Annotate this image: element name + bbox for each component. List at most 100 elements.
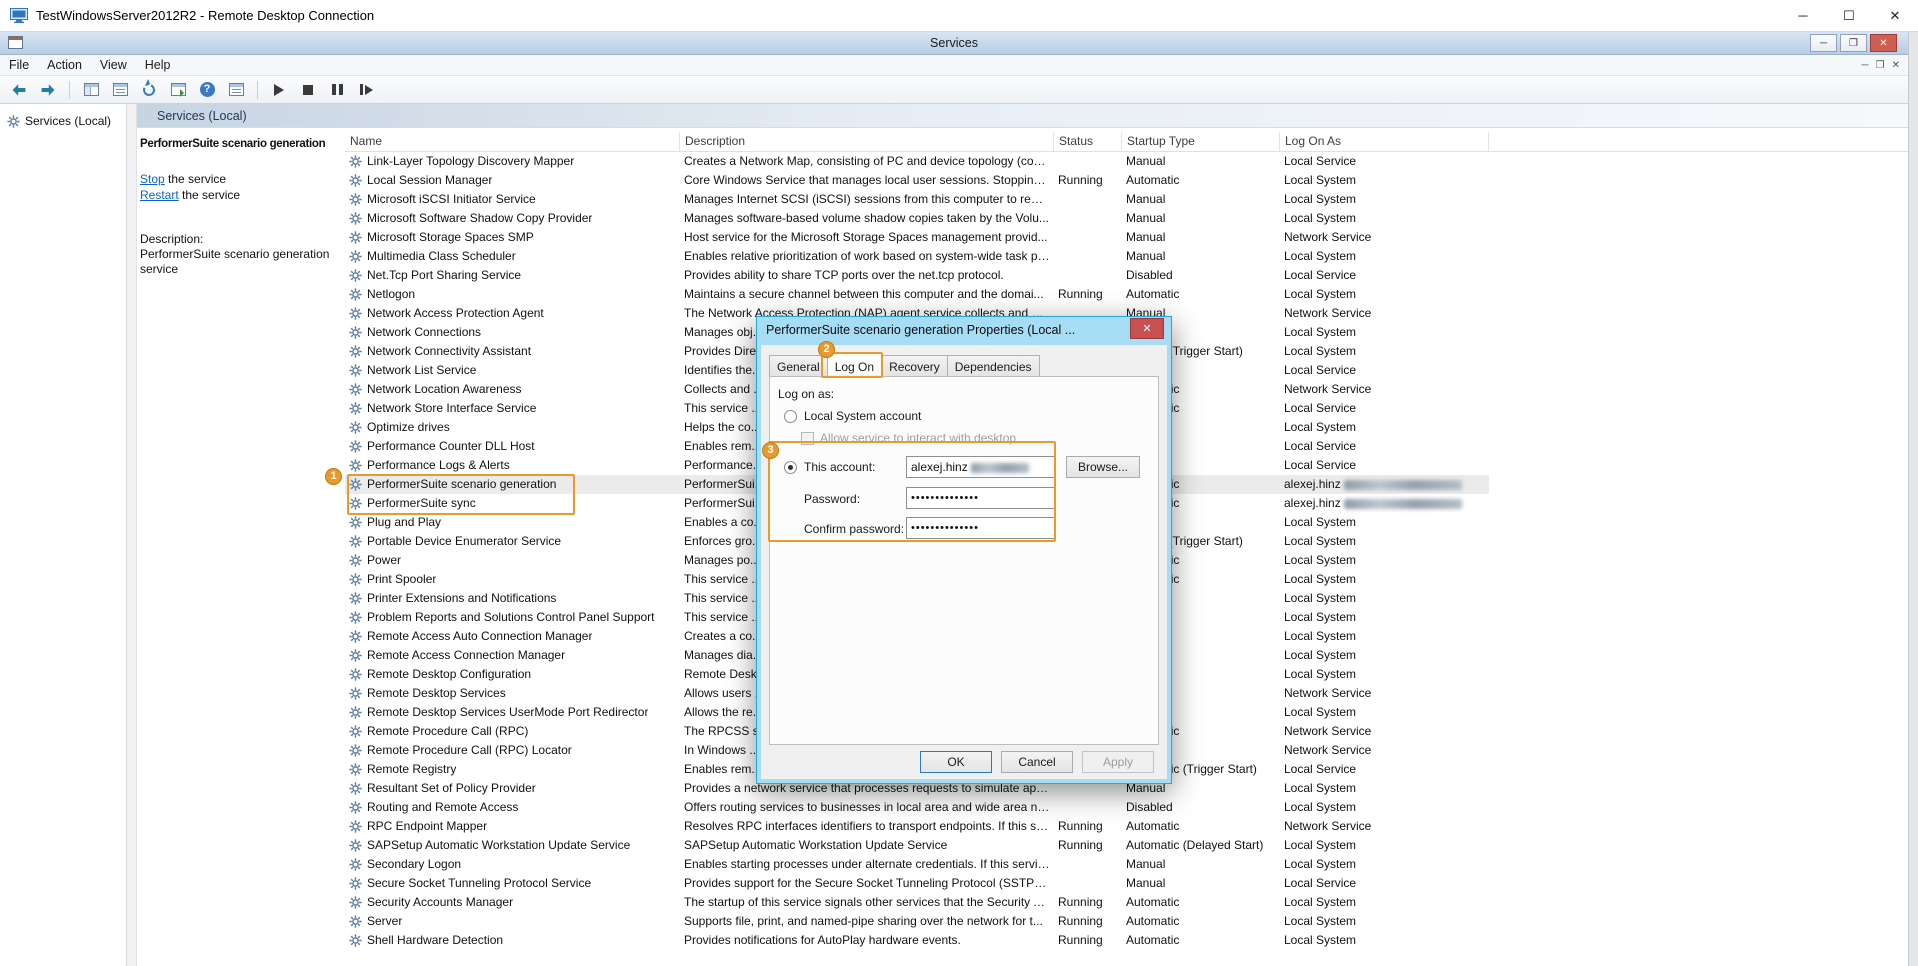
menu-action[interactable]: Action <box>38 55 91 76</box>
table-row[interactable]: Microsoft Storage Spaces SMPHost service… <box>345 228 1489 247</box>
service-icon <box>349 402 362 415</box>
log-on-as-cell: Local System <box>1280 589 1489 608</box>
tab-recovery[interactable]: Recovery <box>881 355 948 377</box>
name-cell: Link-Layer Topology Discovery Mapper <box>345 152 680 171</box>
log-on-as-cell: Local System <box>1280 665 1489 684</box>
table-row[interactable]: Shell Hardware DetectionProvides notific… <box>345 931 1489 950</box>
apply-button[interactable]: Apply <box>1082 751 1154 773</box>
table-row[interactable]: Security Accounts ManagerThe startup of … <box>345 893 1489 912</box>
tab-log-on[interactable]: Log On <box>827 353 882 375</box>
tab-general[interactable]: General <box>769 355 828 377</box>
allow-desktop-interact-checkbox[interactable] <box>801 432 814 445</box>
tab-dependencies[interactable]: Dependencies <box>947 355 1040 377</box>
table-row[interactable]: Microsoft iSCSI Initiator ServiceManages… <box>345 190 1489 209</box>
table-row[interactable]: Routing and Remote AccessOffers routing … <box>345 798 1489 817</box>
log-on-as-cell: Local System <box>1280 285 1489 304</box>
log-on-as-cell: Local Service <box>1280 456 1489 475</box>
this-account-input[interactable]: alexej.hinz <box>906 456 1056 478</box>
service-icon <box>349 744 362 757</box>
description-cell: Manages Internet SCSI (iSCSI) sessions f… <box>680 190 1054 209</box>
stop-service-link[interactable]: Stop <box>140 172 165 186</box>
startup-type-cell: Automatic <box>1122 285 1280 304</box>
log-on-as-cell: Local System <box>1280 855 1489 874</box>
rdp-vertical-scrollbar[interactable] <box>1908 32 1918 966</box>
services-restore-button[interactable]: ❐ <box>1840 34 1867 52</box>
service-properties-dialog: PerformerSuite scenario generation Prope… <box>756 316 1172 784</box>
dialog-close-button[interactable]: ✕ <box>1130 318 1164 339</box>
name-cell: RPC Endpoint Mapper <box>345 817 680 836</box>
log-on-as-cell: Local System <box>1280 551 1489 570</box>
this-account-radio[interactable] <box>784 461 797 474</box>
forward-button[interactable] <box>37 79 59 101</box>
table-row[interactable]: Net.Tcp Port Sharing ServiceProvides abi… <box>345 266 1489 285</box>
show-console-tree-button[interactable] <box>80 79 102 101</box>
back-button[interactable] <box>8 79 30 101</box>
name-cell: Remote Desktop Configuration <box>345 665 680 684</box>
description-cell: Host service for the Microsoft Storage S… <box>680 228 1054 247</box>
table-row[interactable]: Link-Layer Topology Discovery MapperCrea… <box>345 152 1489 171</box>
start-service-button[interactable] <box>268 79 290 101</box>
menu-view[interactable]: View <box>91 55 136 76</box>
table-row[interactable]: ServerSupports file, print, and named-pi… <box>345 912 1489 931</box>
service-icon <box>349 193 362 206</box>
local-system-account-radio[interactable] <box>784 410 797 423</box>
service-icon <box>349 782 362 795</box>
log-on-as-cell: Network Service <box>1280 228 1489 247</box>
menu-file[interactable]: File <box>0 55 38 76</box>
rdp-close-button[interactable]: ✕ <box>1872 0 1918 32</box>
services-window-controls: ─ ❐ ✕ <box>1810 34 1897 52</box>
rdp-maximize-button[interactable]: ☐ <box>1826 0 1872 32</box>
menu-help[interactable]: Help <box>136 55 180 76</box>
startup-type-cell: Automatic <box>1122 893 1280 912</box>
log-on-tab-page: Log on as: Local System account Allow se… <box>769 376 1159 745</box>
column-header-startup-type[interactable]: Startup Type <box>1122 132 1280 151</box>
table-row[interactable]: Microsoft Software Shadow Copy ProviderM… <box>345 209 1489 228</box>
confirm-password-input[interactable]: •••••••••••••• <box>906 517 1056 539</box>
local-system-account-label: Local System account <box>804 409 921 423</box>
column-header-log-on-as[interactable]: Log On As <box>1280 132 1489 151</box>
column-header-description[interactable]: Description <box>680 132 1054 151</box>
dialog-title: PerformerSuite scenario generation Prope… <box>757 317 1171 344</box>
stop-service-button[interactable] <box>297 79 319 101</box>
name-cell: Optimize drives <box>345 418 680 437</box>
ok-button[interactable]: OK <box>920 751 992 773</box>
service-icon <box>349 649 362 662</box>
console-minimize-button[interactable]: ─ <box>1862 60 1869 71</box>
pane-splitter[interactable] <box>127 104 137 966</box>
restart-service-link[interactable]: Restart <box>140 188 179 202</box>
cancel-button[interactable]: Cancel <box>1001 751 1073 773</box>
tree-item-services-local[interactable]: Services (Local) <box>0 104 126 128</box>
service-icon <box>349 725 362 738</box>
export-list-button[interactable] <box>167 79 189 101</box>
table-row[interactable]: RPC Endpoint MapperResolves RPC interfac… <box>345 817 1489 836</box>
column-header-status[interactable]: Status <box>1054 132 1122 151</box>
name-cell: Shell Hardware Detection <box>345 931 680 950</box>
description-cell: Maintains a secure channel between this … <box>680 285 1054 304</box>
name-cell: Problem Reports and Solutions Control Pa… <box>345 608 680 627</box>
column-header-name[interactable]: Name <box>345 132 680 151</box>
table-row[interactable]: Multimedia Class SchedulerEnables relati… <box>345 247 1489 266</box>
list-view-button[interactable] <box>225 79 247 101</box>
table-row[interactable]: Secure Socket Tunneling Protocol Service… <box>345 874 1489 893</box>
table-row[interactable]: Secondary LogonEnables starting processe… <box>345 855 1489 874</box>
console-restore-button[interactable]: ❐ <box>1876 60 1885 71</box>
password-input[interactable]: •••••••••••••• <box>906 487 1056 509</box>
console-close-button[interactable]: ✕ <box>1892 60 1900 71</box>
services-minimize-button[interactable]: ─ <box>1810 34 1837 52</box>
properties-button[interactable] <box>109 79 131 101</box>
refresh-button[interactable] <box>138 79 160 101</box>
table-row[interactable]: NetlogonMaintains a secure channel betwe… <box>345 285 1489 304</box>
help-button[interactable]: ? <box>196 79 218 101</box>
pause-service-button[interactable] <box>326 79 348 101</box>
status-cell <box>1054 266 1122 285</box>
rdp-minimize-button[interactable]: ─ <box>1780 0 1826 32</box>
restart-service-button[interactable] <box>355 79 377 101</box>
name-cell: Secure Socket Tunneling Protocol Service <box>345 874 680 893</box>
table-row[interactable]: SAPSetup Automatic Workstation Update Se… <box>345 836 1489 855</box>
log-on-as-label: Log on as: <box>778 387 834 401</box>
browse-button[interactable]: Browse... <box>1066 456 1140 478</box>
confirm-password-label: Confirm password: <box>804 522 904 536</box>
table-row[interactable]: Local Session ManagerCore Windows Servic… <box>345 171 1489 190</box>
service-icon <box>349 269 362 282</box>
services-close-button[interactable]: ✕ <box>1870 34 1897 52</box>
